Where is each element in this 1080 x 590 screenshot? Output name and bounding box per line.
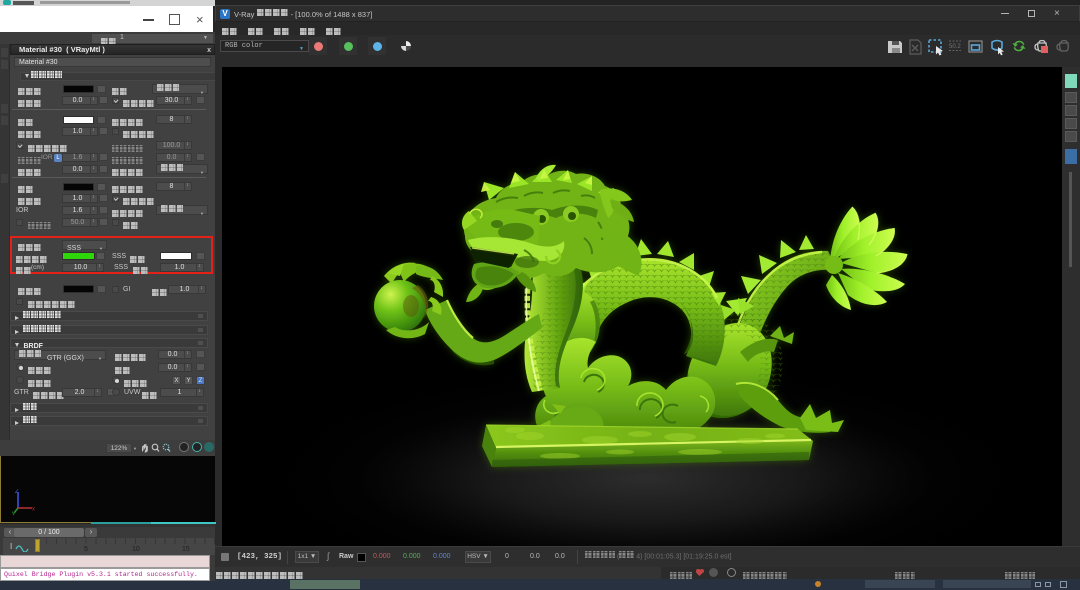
- svg-text:Z: Z: [15, 489, 19, 495]
- svg-text:x: x: [32, 507, 35, 513]
- svg-text:50.2: 50.2: [949, 44, 961, 50]
- svg-text:y: y: [12, 511, 15, 515]
